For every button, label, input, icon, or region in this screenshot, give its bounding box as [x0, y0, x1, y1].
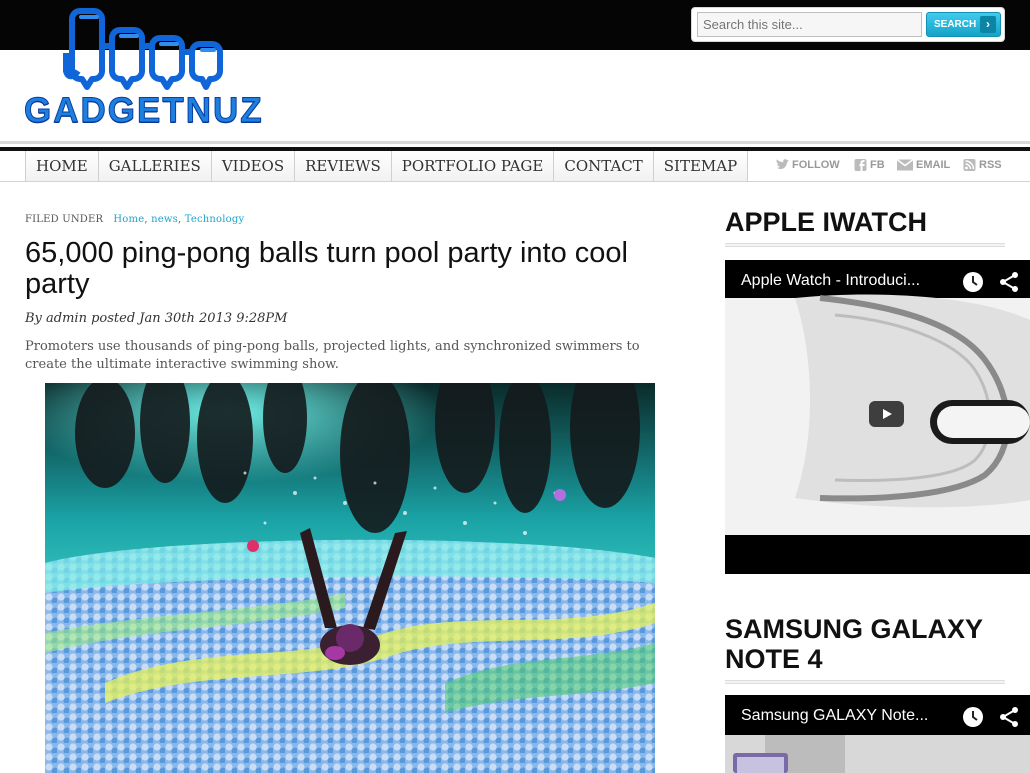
video-embed-samsung-note[interactable]: Samsung GALAXY Note... — [725, 695, 1030, 773]
category-link-technology[interactable]: Technology — [185, 214, 245, 225]
rss-label: RSS — [979, 159, 1002, 171]
sidebar-widget-title-apple-iwatch: APPLE IWATCH — [725, 207, 927, 237]
search-button-label: SEARCH — [934, 19, 977, 30]
sidebar-widget-title-samsung-galaxy-note-4: SAMSUNG GALAXY NOTE 4 — [725, 614, 983, 674]
header-divider — [0, 141, 1030, 144]
article-hero-image[interactable] — [45, 383, 655, 773]
video-embed-apple-watch[interactable]: Apple Watch - Introduci... — [725, 260, 1030, 574]
share-icon[interactable] — [997, 270, 1021, 294]
twitter-bird-icon — [776, 159, 789, 170]
pool-party-photo — [45, 383, 655, 773]
facebook-icon — [854, 159, 867, 171]
facebook-link[interactable]: FB — [854, 159, 885, 171]
follow-link[interactable]: FOLLOW — [776, 159, 840, 171]
follow-label: FOLLOW — [792, 159, 840, 171]
email-label: EMAIL — [916, 159, 951, 171]
filed-under-label: FILED UNDER — [25, 214, 104, 225]
category-link-home[interactable]: Home — [113, 214, 144, 225]
logo-text: GADGETNUZ — [24, 91, 264, 131]
email-link[interactable]: EMAIL — [897, 159, 950, 171]
search-form: SEARCH› — [691, 7, 1005, 42]
sidebar-title-rule — [725, 680, 1005, 684]
video-title[interactable]: Samsung GALAXY Note... — [741, 707, 928, 725]
sidebar-title-rule — [725, 243, 1005, 247]
main-nav: HOME GALLERIES VIDEOS REVIEWS PORTFOLIO … — [25, 151, 749, 181]
article-byline: By admin posted Jan 30th 2013 9:28PM — [25, 311, 288, 326]
rss-icon — [963, 159, 976, 171]
play-button-icon[interactable] — [869, 401, 904, 427]
email-envelope-icon — [897, 159, 913, 171]
nav-galleries[interactable]: GALLERIES — [98, 151, 212, 181]
search-button[interactable]: SEARCH › — [926, 12, 1001, 37]
rss-link[interactable]: RSS — [963, 159, 1002, 171]
nav-videos[interactable]: VIDEOS — [211, 151, 296, 181]
nav-home[interactable]: HOME — [26, 151, 99, 181]
chevron-right-icon: › — [980, 16, 996, 33]
site-logo[interactable]: GADGETNUZ — [22, 8, 264, 131]
nav-portfolio-page[interactable]: PORTFOLIO PAGE — [391, 151, 555, 181]
article-title[interactable]: 65,000 ping-pong balls turn pool party i… — [25, 238, 685, 300]
nav-contact[interactable]: CONTACT — [554, 151, 654, 181]
share-icon[interactable] — [997, 705, 1021, 729]
nav-reviews[interactable]: REVIEWS — [295, 151, 392, 181]
nav-sitemap[interactable]: SITEMAP — [653, 151, 749, 181]
speech-bubbles-icon — [63, 8, 223, 90]
search-input[interactable] — [697, 12, 922, 37]
nav-bottom-border — [0, 181, 1030, 182]
filed-under: FILED UNDER Home, news, Technology — [25, 214, 245, 225]
fb-label: FB — [870, 159, 885, 171]
watch-later-icon[interactable] — [961, 270, 985, 294]
article-excerpt: Promoters use thousands of ping-pong bal… — [25, 339, 640, 372]
video-title[interactable]: Apple Watch - Introduci... — [741, 272, 920, 290]
watch-later-icon[interactable] — [961, 705, 985, 729]
category-link-news[interactable]: news — [151, 214, 178, 225]
